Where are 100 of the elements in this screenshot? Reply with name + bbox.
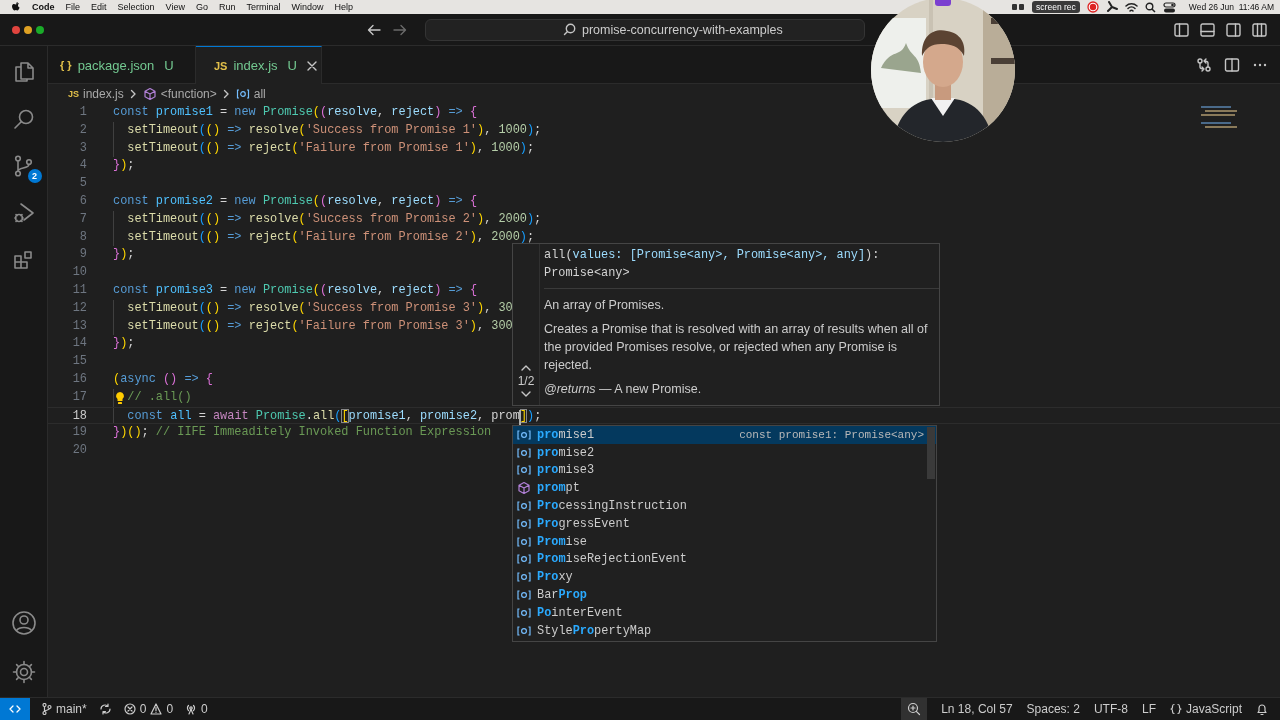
signature-line: all(values: [Promise<any>, Promise<any>, any]):	[544, 247, 881, 264]
menu-item[interactable]: Selection	[117, 2, 155, 12]
line-number: 18	[71, 407, 88, 424]
menu-item[interactable]: Window	[291, 2, 324, 12]
line-number: 16	[71, 370, 88, 388]
line-number: 17	[71, 388, 88, 406]
run-debug-icon[interactable]	[11, 201, 36, 225]
file-type-icon: JS	[214, 59, 228, 72]
scrollbar-thumb[interactable]	[927, 427, 935, 479]
breadcrumb-item[interactable]: JS index.js	[68, 87, 124, 101]
sync-icon[interactable]	[98, 703, 112, 715]
forward-arrow-icon[interactable]	[393, 23, 407, 36]
search-icon	[563, 23, 576, 36]
suggestion-item[interactable]: StylePropertyMap	[513, 621, 936, 640]
menu-item[interactable]: View	[165, 2, 185, 12]
braces-icon	[1169, 703, 1182, 715]
problems-item[interactable]: 0 0	[123, 702, 174, 716]
suggestion-item[interactable]: promise2	[513, 443, 936, 462]
suggestion-item[interactable]: promise3	[513, 461, 936, 480]
branch-icon	[42, 703, 52, 715]
language-mode[interactable]: JavaScript	[1169, 702, 1242, 716]
clock: Wed 26 Jun 11:46 AM	[1188, 2, 1274, 12]
menu-item[interactable]: Edit	[91, 2, 107, 12]
line-number: 11	[71, 281, 88, 299]
variable-icon	[516, 428, 532, 441]
encoding[interactable]: UTF-8	[1093, 702, 1128, 716]
suggestion-item[interactable]: promise1 const promise1: Promise<any>	[513, 426, 936, 444]
command-center[interactable]: promise-concurrency-with-examples	[425, 18, 865, 41]
line-ending[interactable]: LF	[1141, 702, 1156, 716]
file-type-icon: JS	[68, 89, 79, 99]
chevron-up-icon[interactable]	[521, 365, 531, 371]
remote-icon	[9, 703, 21, 715]
split-editor-icon[interactable]	[1224, 56, 1240, 73]
error-icon	[123, 703, 136, 715]
back-arrow-icon[interactable]	[367, 23, 381, 36]
line-number: 12	[71, 299, 88, 317]
line-number: 3	[78, 139, 88, 157]
suggestion-item[interactable]: PointerEvent	[513, 603, 936, 622]
bell-icon[interactable]	[1256, 702, 1268, 716]
secondary-sidebar-icon[interactable]	[1226, 22, 1241, 37]
code-line: const promise3 = new Promise((resolve, reject) => {	[113, 281, 477, 299]
suggestion-item[interactable]: Proxy	[513, 568, 936, 587]
code-line: // .all()	[127, 388, 192, 406]
cursor-position[interactable]: Ln 18, Col 57	[941, 702, 1013, 716]
code-line: });	[113, 335, 135, 353]
menu-item[interactable]: Run	[218, 2, 236, 12]
search-icon[interactable]	[11, 107, 36, 131]
doc-text: Creates a Promise that is resolved with an array of results when all of the provided Promises resolve, or rejected when any Promise is rejected.	[544, 321, 929, 374]
compare-changes-icon[interactable]	[1196, 56, 1212, 73]
line-number: 9	[78, 246, 88, 264]
menu-item[interactable]: Terminal	[246, 2, 281, 12]
code-line: })(); // IIFE Immeaditely Invoked Function Expression	[113, 424, 492, 442]
display-icon	[1011, 2, 1026, 12]
recording-indicator	[935, 0, 951, 6]
control-center-icon	[1162, 1, 1176, 13]
line-number: 8	[78, 228, 88, 246]
code-line: });	[113, 246, 135, 264]
account-icon[interactable]	[10, 610, 37, 636]
ports-item[interactable]: 0	[185, 702, 208, 716]
menu-item[interactable]: File	[65, 2, 80, 12]
sidebar-toggle-icon[interactable]	[1174, 22, 1189, 37]
line-number: 5	[78, 175, 88, 193]
indentation[interactable]: Spaces: 2	[1026, 702, 1080, 716]
line-number: 19	[71, 424, 88, 442]
chevron-down-icon[interactable]	[521, 391, 531, 397]
code-line: const all = await Promise.all([promise1, promise2, prom]);	[127, 407, 542, 424]
app-menu[interactable]: Code	[32, 2, 55, 12]
menu-item[interactable]: Help	[334, 2, 353, 12]
zoom-icon[interactable]	[901, 698, 928, 720]
code-line: (async () => {	[113, 370, 213, 388]
settings-icon[interactable]	[10, 659, 37, 685]
layout-icon[interactable]	[1252, 22, 1267, 37]
branch-item[interactable]: main*	[42, 702, 87, 716]
suggestion-item[interactable]: ProcessingInstruction	[513, 497, 936, 515]
editor-tab[interactable]: JS index.js U	[196, 46, 322, 84]
variable-icon	[516, 553, 532, 566]
suggestion-item[interactable]: PromiseRejectionEvent	[513, 550, 936, 569]
code-line: setTimeout(() => reject('Failure from Promise 1'), 1000);	[127, 139, 535, 157]
suggestion-item[interactable]: Promise	[513, 532, 936, 551]
breadcrumb-item[interactable]: <function>	[142, 87, 217, 101]
code-line: setTimeout(() => resolve('Success from Promise 1'), 1000);	[127, 121, 542, 139]
line-number: 20	[71, 442, 88, 460]
breadcrumb-item[interactable]: all	[235, 87, 266, 101]
cube-icon	[142, 87, 157, 101]
variable-icon	[516, 589, 532, 602]
panel-toggle-icon[interactable]	[1200, 22, 1215, 37]
line-number: 4	[78, 157, 88, 175]
signature-line: Promise<any>	[544, 265, 631, 282]
menu-item[interactable]: Go	[195, 2, 208, 12]
close-icon[interactable]	[306, 60, 317, 71]
suggestion-item[interactable]: prompt	[513, 479, 936, 498]
variable-icon	[516, 500, 532, 513]
suggestion-item[interactable]: BarProp	[513, 586, 936, 604]
chevron-right-icon	[129, 89, 137, 99]
git-status: U	[287, 58, 297, 73]
recorder-badge[interactable]: screen rec	[1032, 1, 1080, 13]
variable-icon	[516, 517, 532, 530]
suggestion-item[interactable]: ProgressEvent	[513, 515, 936, 533]
code-line: });	[113, 157, 135, 175]
search-icon	[1144, 1, 1156, 13]
